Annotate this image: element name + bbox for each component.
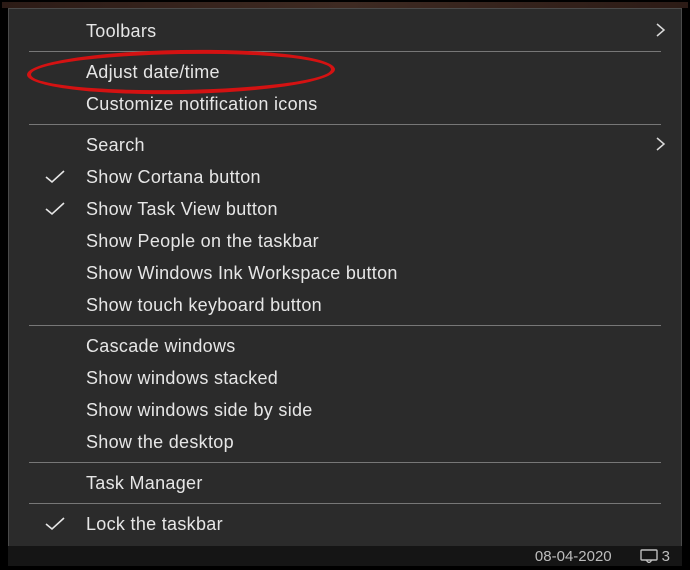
menu-item-label: Show the desktop (86, 432, 234, 453)
menu-item-show-cortana-button[interactable]: Show Cortana button (9, 161, 681, 193)
menu-item-label: Show Cortana button (86, 167, 261, 188)
menu-item-show-windows-ink[interactable]: Show Windows Ink Workspace button (9, 257, 681, 289)
check-icon (43, 512, 67, 536)
taskbar: 08-04-2020 3 (8, 546, 682, 566)
menu-item-show-people-on-taskbar[interactable]: Show People on the taskbar (9, 225, 681, 257)
menu-item-label: Cascade windows (86, 336, 236, 357)
menu-item-show-touch-keyboard[interactable]: Show touch keyboard button (9, 289, 681, 321)
notification-count: 3 (662, 548, 670, 565)
menu-item-show-the-desktop[interactable]: Show the desktop (9, 426, 681, 458)
separator (29, 462, 661, 463)
check-icon (43, 197, 67, 221)
menu-item-search[interactable]: Search (9, 129, 681, 161)
menu-item-label: Show Task View button (86, 199, 278, 220)
menu-item-label: Show Windows Ink Workspace button (86, 263, 398, 284)
taskbar-date[interactable]: 08-04-2020 (535, 548, 612, 565)
menu-item-label: Show People on the taskbar (86, 231, 319, 252)
menu-item-label: Toolbars (86, 21, 156, 42)
menu-item-cascade-windows[interactable]: Cascade windows (9, 330, 681, 362)
separator (29, 325, 661, 326)
chevron-right-icon (655, 134, 667, 157)
menu-item-adjust-date-time[interactable]: Adjust date/time (9, 56, 681, 88)
check-icon (43, 165, 67, 189)
menu-item-lock-the-taskbar[interactable]: Lock the taskbar (9, 508, 681, 540)
menu-item-show-windows-stacked[interactable]: Show windows stacked (9, 362, 681, 394)
separator (29, 124, 661, 125)
taskbar-context-menu: Toolbars Adjust date/time Customize noti… (8, 8, 682, 548)
window-root: Toolbars Adjust date/time Customize noti… (0, 0, 690, 570)
menu-item-label: Adjust date/time (86, 62, 220, 83)
menu-item-label: Show windows stacked (86, 368, 278, 389)
menu-item-label: Lock the taskbar (86, 514, 223, 535)
menu-item-label: Show windows side by side (86, 400, 313, 421)
menu-item-show-task-view-button[interactable]: Show Task View button (9, 193, 681, 225)
menu-item-toolbars[interactable]: Toolbars (9, 15, 681, 47)
separator (29, 503, 661, 504)
menu-item-show-windows-side-by-side[interactable]: Show windows side by side (9, 394, 681, 426)
menu-item-label: Customize notification icons (86, 94, 318, 115)
menu-item-label: Show touch keyboard button (86, 295, 322, 316)
menu-item-label: Task Manager (86, 473, 203, 494)
menu-item-task-manager[interactable]: Task Manager (9, 467, 681, 499)
chevron-right-icon (655, 20, 667, 43)
notification-center-icon[interactable]: 3 (640, 548, 670, 565)
menu-item-customize-notification-icons[interactable]: Customize notification icons (9, 88, 681, 120)
menu-item-label: Search (86, 135, 145, 156)
separator (29, 51, 661, 52)
